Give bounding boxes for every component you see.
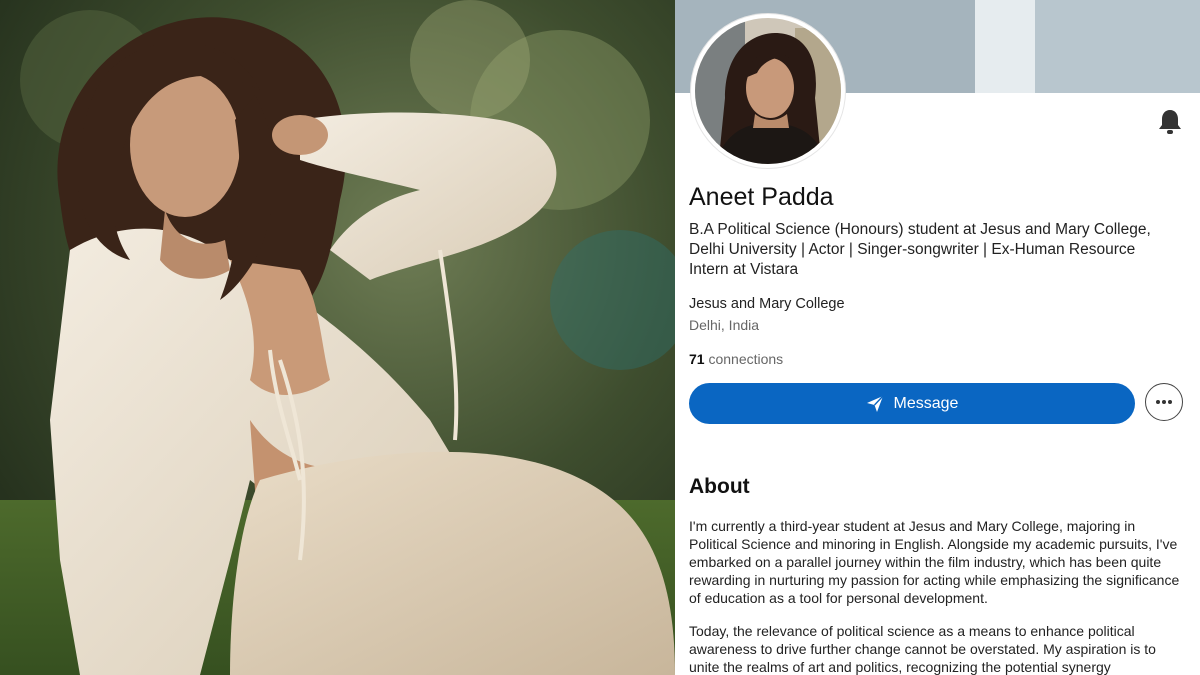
- photo-illustration: [0, 0, 675, 675]
- profile-headline: B.A Political Science (Honours) student …: [689, 221, 1151, 278]
- profile-avatar[interactable]: [691, 14, 845, 168]
- more-options-button[interactable]: [1145, 383, 1183, 421]
- send-icon: [866, 395, 884, 412]
- profile-connections[interactable]: 71 connections: [689, 351, 783, 367]
- connections-label: connections: [708, 351, 784, 367]
- connections-count: 71: [689, 351, 705, 367]
- message-button[interactable]: Message: [689, 383, 1135, 424]
- avatar-illustration: [695, 18, 841, 164]
- about-paragraph: I'm currently a third-year student at Je…: [689, 518, 1180, 606]
- profile-card: Aneet Padda B.A Political Science (Honou…: [675, 0, 1200, 675]
- profile-school[interactable]: Jesus and Mary College: [689, 296, 845, 312]
- about-heading: About: [689, 475, 750, 498]
- profile-name: Aneet Padda: [689, 183, 834, 211]
- profile-photo-large: [0, 0, 675, 675]
- message-button-label: Message: [893, 394, 959, 412]
- bell-icon[interactable]: [1157, 108, 1183, 136]
- about-paragraph: Today, the relevance of political scienc…: [689, 623, 1156, 675]
- profile-location: Delhi, India: [689, 317, 760, 333]
- more-horizontal-icon: [1156, 400, 1172, 404]
